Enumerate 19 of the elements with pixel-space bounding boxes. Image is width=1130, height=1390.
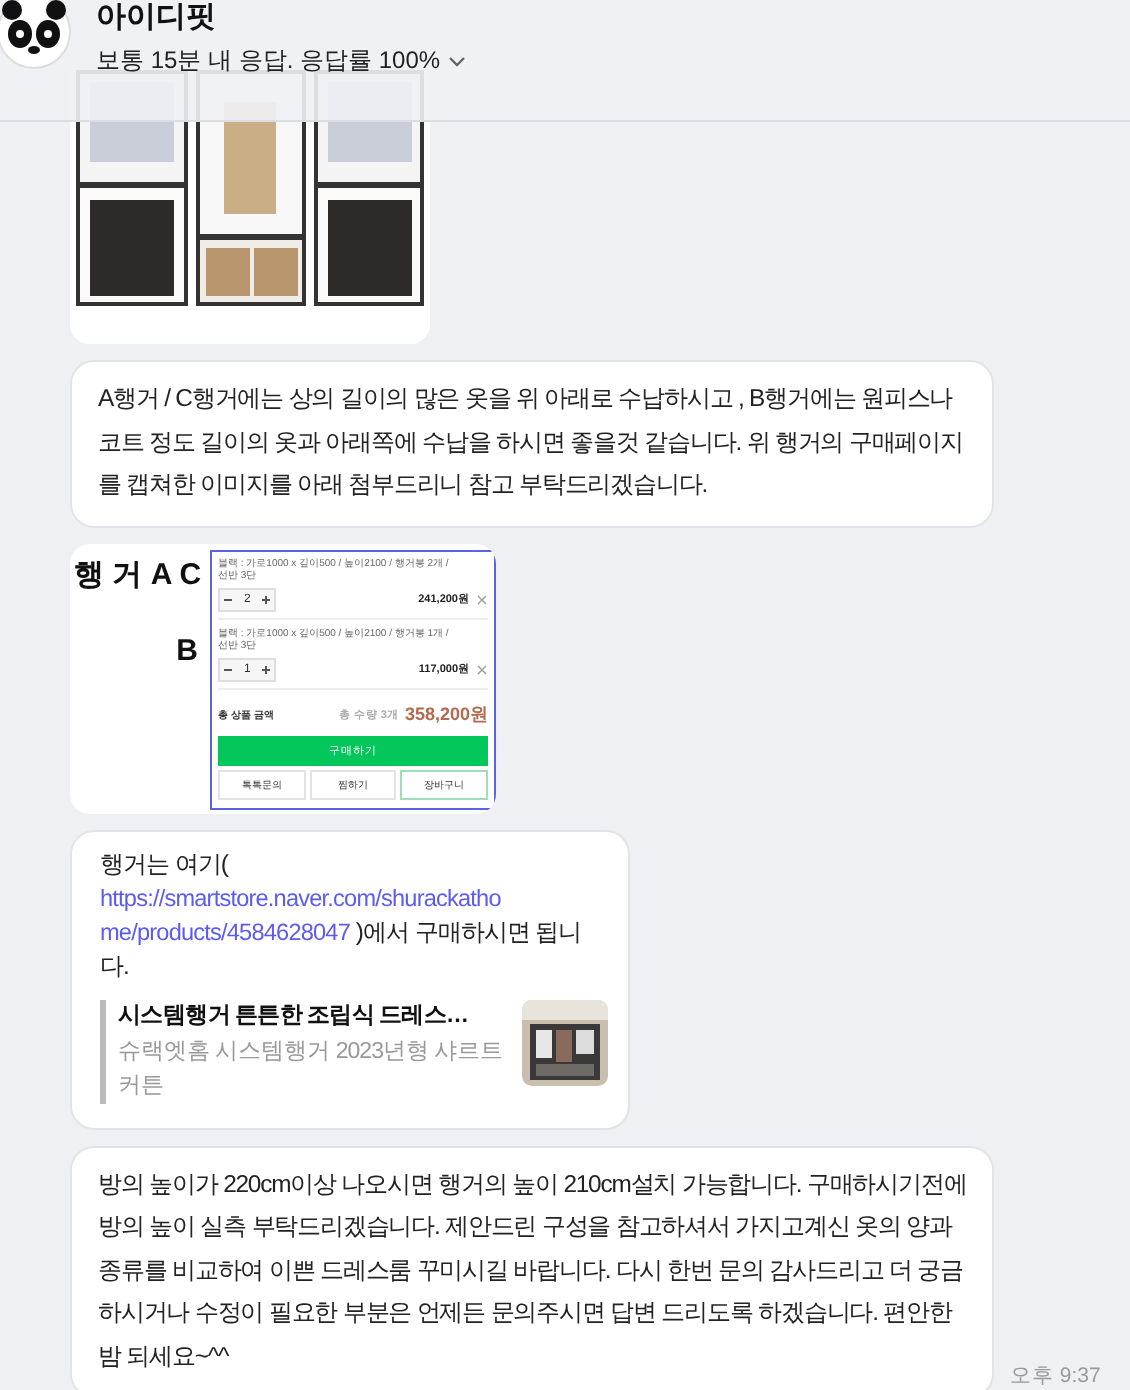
plus-icon[interactable]: [258, 661, 275, 677]
preview-title: 시스템행거 튼튼한 조립식 드레스…: [118, 1001, 470, 1031]
message-bubble: A행거 / C행거에는 상의 길이의 많은 옷을 위 아래로 수납하시고 , B행거에는 원피스나 코트 정도 길이의 옷과 아래쪽에 수납을 하시면 좋을것 같습니다. 위 행거의 구매페이지를 캡쳐한 이미지를 아래 첨부드리니 참고 부탁드리겠습니다.: [70, 360, 994, 527]
close-icon[interactable]: [476, 593, 488, 605]
message-text: 행거는 여기( https://smartstore.naver.com/shurackatho me/products/4584628047 )에서 구매하시면 됩니다.: [100, 847, 584, 983]
response-status: 보통 15분 내 응답. 응답률 100%: [96, 44, 441, 76]
message-time: 오후 9:37: [1010, 1362, 1101, 1390]
product-link[interactable]: me/products/4584628047: [100, 917, 350, 945]
link-preview[interactable]: 시스템행거 튼튼한 조립식 드레스… 슈랙엣홈 시스템행거 2023년형 샤르트 커튼: [100, 999, 608, 1103]
preview-description: 슈랙엣홈 시스템행거 2023년형 샤르트 커튼: [118, 1037, 506, 1101]
chevron-down-icon[interactable]: [448, 53, 467, 67]
plus-icon[interactable]: [258, 591, 275, 607]
hanger-label: B: [176, 633, 198, 669]
hanger-label: 행 거 A C: [74, 557, 204, 593]
shop-name: 아이디핏: [96, 0, 218, 36]
total-price: 358,200원: [404, 701, 488, 727]
close-icon[interactable]: [476, 663, 488, 675]
product-link[interactable]: https://smartstore.naver.com/shurackatho: [100, 883, 501, 911]
message-bubble: 방의 높이가 220cm이상 나오시면 행거의 높이 210cm설치 가능합니다. 구매하시기전에 방의 높이 실측 부탁드리겠습니다. 제안드린 구성을 참고하셔서 가지고계신 옷의 양과 종류를 비교하여 이쁜 드레스룸 꾸미시길 바랍니다. 다시 한번 문의 감사드리고 더 궁금하시거나 수정이 필요한 부분은 언제든 문의주시면 답변 드리도록 하겠습니다. 편안한 밤 되세요~^^: [70, 1145, 994, 1390]
